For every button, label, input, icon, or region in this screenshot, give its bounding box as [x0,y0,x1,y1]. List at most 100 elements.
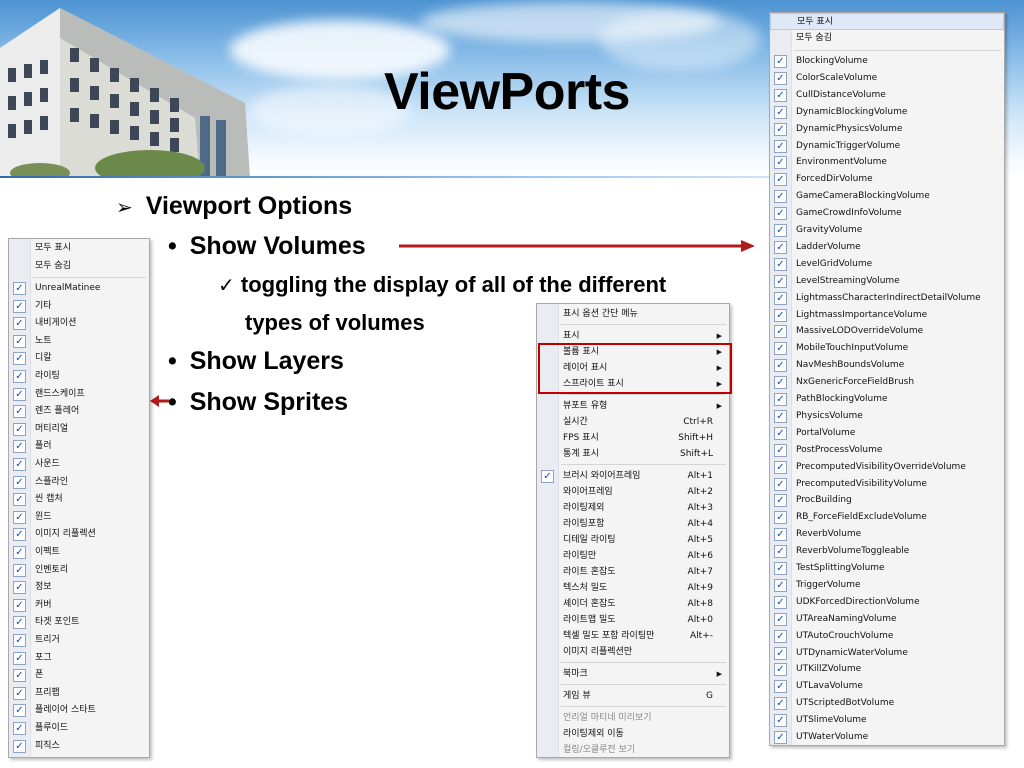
context-menu-item[interactable]: 통계 표시 Shift+L [537,446,729,462]
volume-toggle-item[interactable]: ✓ LightmassImportanceVolume [770,307,1004,324]
show-all-item[interactable]: 모두 표시 [770,13,1004,30]
context-menu-item[interactable]: 이미지 리플렉션만 [537,644,729,660]
volume-toggle-item[interactable]: ✓ TriggerVolume [770,577,1004,594]
context-menu-item[interactable]: 텍스처 밀도 Alt+9 [537,580,729,596]
volume-toggle-item[interactable]: ✓ NxGenericForceFieldBrush [770,374,1004,391]
context-menu-item[interactable]: 라이트맵 밀도 Alt+0 [537,612,729,628]
volume-toggle-item[interactable]: ✓ LadderVolume [770,239,1004,256]
volume-toggle-item[interactable]: ✓ TestSplittingVolume [770,560,1004,577]
context-menu-item[interactable]: 컬링/오클루전 보기 [537,742,729,758]
menu-separator [561,464,726,465]
volume-toggle-item[interactable]: ✓ UTAreaNamingVolume [770,611,1004,628]
context-menu-item[interactable]: 뷰포트 유형 ▶ [537,398,729,414]
volume-toggle-item[interactable]: ✓ NavMeshBoundsVolume [770,357,1004,374]
sprite-toggle-item[interactable]: ✓ 내비게이션 [9,315,149,333]
volume-toggle-item[interactable]: ✓ UTScriptedBotVolume [770,695,1004,712]
volume-toggle-item[interactable]: ✓ EnvironmentVolume [770,154,1004,171]
context-menu-item[interactable]: 북마크 ▶ [537,666,729,682]
context-menu-item[interactable]: 와이어프레임 Alt+2 [537,484,729,500]
menu-item-label: UTDynamicWaterVolume [796,647,908,658]
volume-toggle-item[interactable]: ✓ CullDistanceVolume [770,87,1004,104]
volume-toggle-item[interactable]: ✓ MassiveLODOverrideVolume [770,323,1004,340]
volume-toggle-item[interactable]: ✓ RB_ForceFieldExcludeVolume [770,509,1004,526]
checkmark-icon: ✓ [774,257,787,271]
sprite-toggle-item[interactable]: ✓ 피직스 [9,738,149,756]
context-menu-item[interactable]: 텍셀 밀도 포함 라이팅만 Alt+- [537,628,729,644]
sprite-toggle-item[interactable]: ✓ 기타 [9,298,149,316]
show-all-item[interactable]: 모두 표시 [9,240,149,258]
sprite-toggle-item[interactable]: ✓ 머티리얼 [9,421,149,439]
sprite-toggle-item[interactable]: ✓ 플러 [9,438,149,456]
sprite-toggle-item[interactable]: ✓ 정보 [9,579,149,597]
context-menu-item[interactable]: 셰이더 혼잡도 Alt+8 [537,596,729,612]
volume-toggle-item[interactable]: ✓ UTWaterVolume [770,729,1004,746]
sprite-toggle-item[interactable]: ✓ 포그 [9,650,149,668]
volume-toggle-item[interactable]: ✓ ReverbVolume [770,526,1004,543]
volume-toggle-item[interactable]: ✓ PrecomputedVisibilityVolume [770,476,1004,493]
volume-toggle-item[interactable]: ✓ DynamicTriggerVolume [770,138,1004,155]
sprite-toggle-item[interactable]: ✓ 커버 [9,597,149,615]
volume-toggle-item[interactable]: ✓ UDKForcedDirectionVolume [770,594,1004,611]
context-menu-item[interactable]: 언리얼 마티네 미리보기 [537,710,729,726]
sprite-toggle-item[interactable]: ✓ 타겟 포인트 [9,614,149,632]
context-menu-item[interactable]: 라이팅만 Alt+6 [537,548,729,564]
context-menu-item[interactable]: 디테일 라이팅 Alt+5 [537,532,729,548]
sprite-toggle-item[interactable]: ✓ 랜드스케이프 [9,386,149,404]
sprite-toggle-item[interactable]: ✓ 렌즈 플레어 [9,403,149,421]
volume-toggle-item[interactable]: ✓ LightmassCharacterIndirectDetailVolume [770,290,1004,307]
sprite-toggle-item[interactable]: ✓ 윈드 [9,509,149,527]
volume-toggle-item[interactable]: ✓ PrecomputedVisibilityOverrideVolume [770,459,1004,476]
sprite-toggle-item[interactable]: ✓ 스플라인 [9,474,149,492]
sprite-toggle-item[interactable]: ✓ 트리거 [9,632,149,650]
sprite-toggle-item[interactable]: ✓ 씬 캡처 [9,491,149,509]
sprite-toggle-item[interactable]: ✓ 이펙트 [9,544,149,562]
volume-toggle-item[interactable]: ✓ DynamicBlockingVolume [770,104,1004,121]
volume-toggle-item[interactable]: ✓ LevelStreamingVolume [770,273,1004,290]
sprite-toggle-item[interactable]: ✓ 라이팅 [9,368,149,386]
menu-item-label: 스플라인 [35,476,69,487]
volume-toggle-item[interactable]: ✓ UTAutoCrouchVolume [770,628,1004,645]
sprite-toggle-item[interactable]: ✓ UnrealMatinee [9,280,149,298]
volume-toggle-item[interactable]: ✓ GravityVolume [770,222,1004,239]
volume-toggle-item[interactable]: ✓ PostProcessVolume [770,442,1004,459]
volume-toggle-item[interactable]: ✓ PortalVolume [770,425,1004,442]
sprite-toggle-item[interactable]: ✓ 프리팹 [9,685,149,703]
context-menu-item[interactable]: 라이팅제외 이동 [537,726,729,742]
context-menu-item[interactable]: 라이트 혼잡도 Alt+7 [537,564,729,580]
volume-toggle-item[interactable]: ✓ ProcBuilding [770,492,1004,509]
context-menu-item[interactable]: 표시 옵션 간단 메뉴 [537,306,729,322]
volume-toggle-item[interactable]: ✓ UTDynamicWaterVolume [770,645,1004,662]
volume-toggle-item[interactable]: ✓ GameCameraBlockingVolume [770,188,1004,205]
context-menu-item[interactable]: 라이팅제외 Alt+3 [537,500,729,516]
hide-all-item[interactable]: 모두 숨김 [770,30,1004,47]
volume-toggle-item[interactable]: ✓ UTKillZVolume [770,661,1004,678]
sprite-toggle-item[interactable]: ✓ 플레이어 스타트 [9,702,149,720]
volume-toggle-item[interactable]: ✓ DynamicPhysicsVolume [770,121,1004,138]
sprite-toggle-item[interactable]: ✓ 사운드 [9,456,149,474]
volume-toggle-item[interactable]: ✓ PhysicsVolume [770,408,1004,425]
volume-toggle-item[interactable]: ✓ MobileTouchInputVolume [770,340,1004,357]
context-menu-item[interactable]: FPS 표시 Shift+H [537,430,729,446]
context-menu-item[interactable]: 실시간 Ctrl+R [537,414,729,430]
volume-toggle-item[interactable]: ✓ ForcedDirVolume [770,171,1004,188]
context-menu-item[interactable]: 라이팅포함 Alt+4 [537,516,729,532]
volume-toggle-item[interactable]: ✓ GameCrowdInfoVolume [770,205,1004,222]
sprite-toggle-item[interactable]: ✓ 인벤토리 [9,562,149,580]
hide-all-item[interactable]: 모두 숨김 [9,258,149,276]
sprite-toggle-item[interactable]: ✓ 플루이드 [9,720,149,738]
sprite-toggle-item[interactable]: ✓ 이미지 리플렉션 [9,526,149,544]
volume-toggle-item[interactable]: ✓ UTSlimeVolume [770,712,1004,729]
volume-toggle-item[interactable]: ✓ UTLavaVolume [770,678,1004,695]
volume-toggle-item[interactable]: ✓ LevelGridVolume [770,256,1004,273]
sprite-toggle-item[interactable]: ✓ 디칼 [9,350,149,368]
volume-toggle-item[interactable]: ✓ PathBlockingVolume [770,391,1004,408]
volume-toggle-item[interactable]: ✓ ReverbVolumeToggleable [770,543,1004,560]
context-menu-item[interactable]: ✓ 브러시 와이어프레임 Alt+1 [537,468,729,484]
context-menu-item[interactable]: 게임 뷰 G [537,688,729,704]
volume-toggle-item[interactable]: ✓ ColorScaleVolume [770,70,1004,87]
sprite-toggle-item[interactable]: ✓ 폰 [9,667,149,685]
sprite-toggle-item[interactable]: ✓ 노트 [9,333,149,351]
checkmark-icon: ✓ [13,405,26,419]
volume-toggle-item[interactable]: ✓ BlockingVolume [770,53,1004,70]
context-menu-item[interactable]: 표시 ▶ [537,328,729,344]
